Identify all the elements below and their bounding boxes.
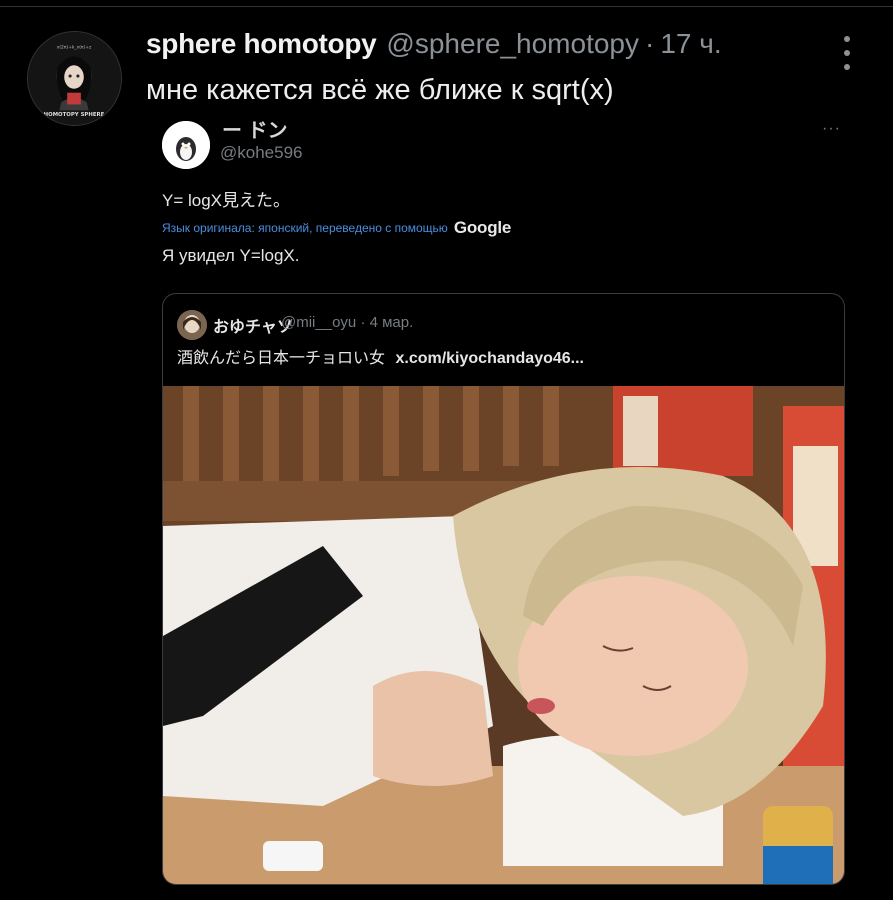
quote-separator: ·: [360, 314, 366, 331]
translation-note: Язык оригинала: японский, переведено с п…: [162, 218, 511, 238]
tweet-header: sphere homotopy @sphere_homotopy · 17 ч.: [146, 28, 722, 64]
quote-date: 4 мар.: [369, 314, 414, 331]
translated-text: Я увидел Y=logX.: [162, 246, 300, 265]
quoted-author-avatar: [162, 121, 210, 169]
more-vertical-icon[interactable]: [838, 36, 856, 70]
svg-text:x(2π)+k_x(π)+z: x(2π)+k_x(π)+z: [57, 45, 92, 51]
quote-text: 酒飲んだら日本一チョロい女: [177, 350, 386, 367]
quote-author-handle: @mii__oyu: [281, 314, 357, 331]
more-horizontal-icon: ···: [822, 120, 841, 137]
quote-link: x.com/kiyochandayo46...: [395, 350, 584, 367]
quoted-author-handle: @kohe596: [220, 143, 303, 162]
google-logo: Google: [453, 218, 512, 237]
quote-photo: [163, 386, 844, 884]
translation-note-label: Язык оригинала: японский, переведено с п…: [162, 221, 448, 235]
quote-text-line: 酒飲んだら日本一チョロい女 x.com/kiyochandayo46...: [177, 344, 584, 368]
author-avatar[interactable]: x(2π)+k_x(π)+z HOMOTOPY SPHERE: [27, 31, 122, 126]
tweet-text: мне кажется всё же ближе к sqrt(x): [146, 74, 614, 106]
quoted-tweet-text: Y= logX見えた。: [162, 191, 291, 210]
quote-author-avatar: [177, 310, 207, 340]
quote-meta: @mii__oyu · 4 мар.: [281, 314, 413, 331]
avatar-caption: HOMOTOPY SPHERE: [44, 112, 105, 118]
quoted-author-name: ー ドン: [222, 120, 288, 142]
separator-dot: ·: [645, 28, 655, 59]
top-divider: [0, 6, 893, 7]
author-handle[interactable]: @sphere_homotopy: [386, 28, 639, 60]
tweet-timestamp[interactable]: 17 ч.: [660, 28, 721, 60]
quote-card: おゆチャソ @mii__oyu · 4 мар. 酒飲んだら日本一チョロい女 x…: [162, 293, 845, 885]
author-name[interactable]: sphere homotopy: [146, 28, 377, 60]
